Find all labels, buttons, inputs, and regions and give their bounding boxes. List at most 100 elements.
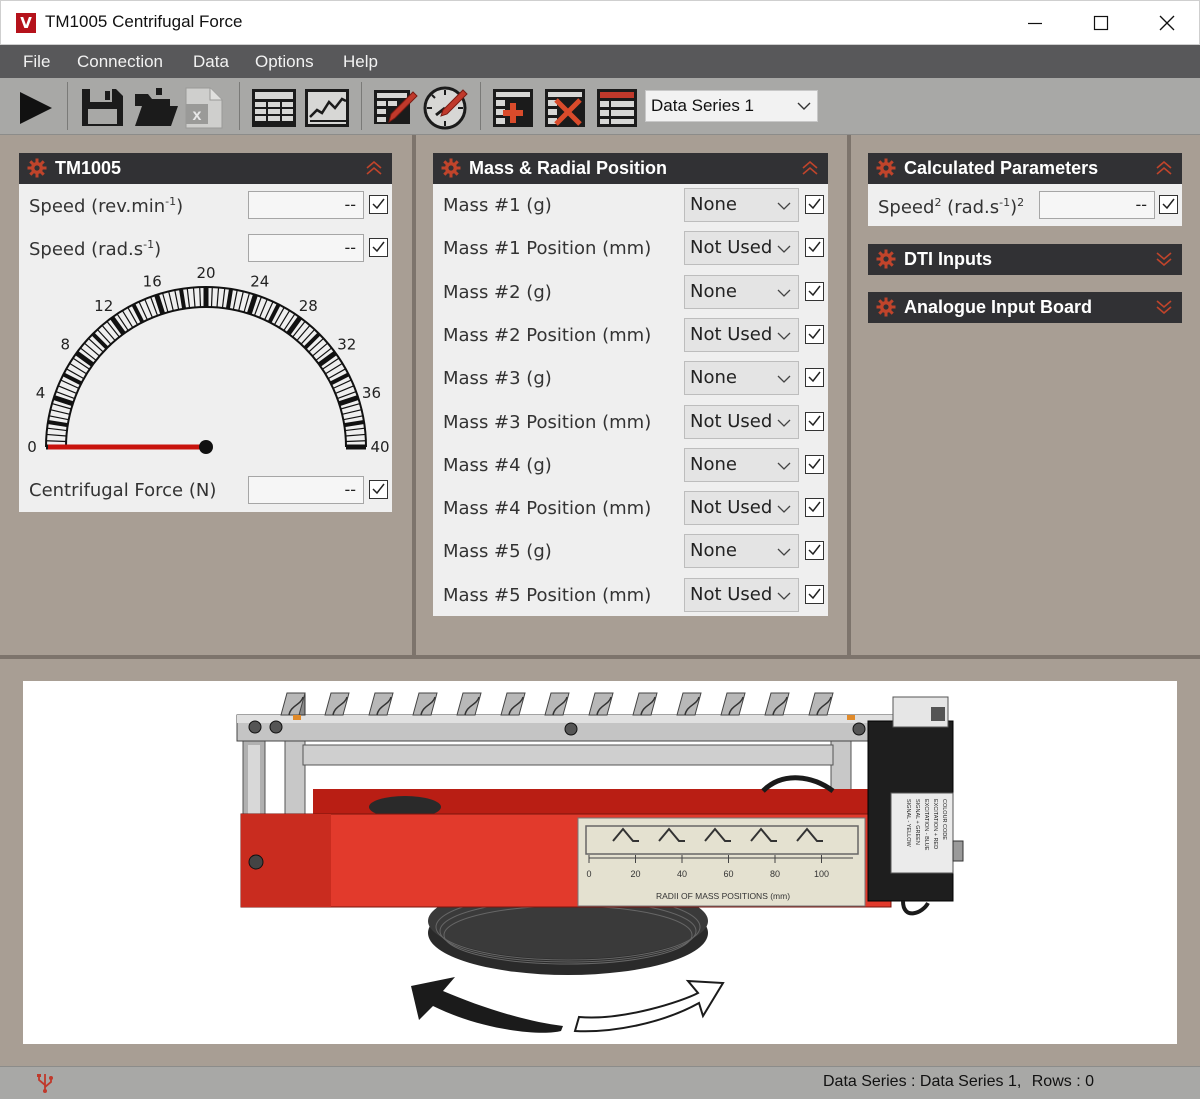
mass-row-select[interactable]: None [684, 188, 799, 222]
mass-row-checkbox[interactable] [805, 541, 824, 561]
gauge-tick [345, 440, 366, 443]
gauge-tick-label: 36 [362, 384, 381, 402]
mass-row-checkbox[interactable] [805, 368, 824, 388]
mass-row-checkbox[interactable] [805, 454, 824, 474]
usb-icon [37, 1074, 53, 1093]
menu-help[interactable]: Help [343, 52, 378, 72]
minimize-button[interactable] [1002, 1, 1068, 45]
status-rows: Rows : 0 [1031, 1073, 1094, 1090]
chevron-down-icon [777, 202, 791, 210]
edit-table-icon[interactable] [371, 84, 419, 130]
rail-slot [456, 692, 482, 716]
apparatus-image-panel: 0 20 40 60 80 100 RADII OF MASS POSITIONS (mm… [23, 681, 1177, 1044]
mass-row-label: Mass #4 Position (mm) [443, 498, 652, 520]
menu-options[interactable]: Options [255, 52, 314, 72]
close-button[interactable] [1134, 1, 1200, 45]
export-excel-icon[interactable]: x [180, 84, 228, 130]
dti-panel-header[interactable]: DTI Inputs [868, 244, 1182, 275]
menu-file[interactable]: File [23, 52, 50, 72]
mass-row-label: Mass #2 Position (mm) [443, 324, 652, 346]
series-table-icon[interactable] [594, 84, 642, 130]
mass-row-select[interactable]: Not Used [684, 231, 799, 266]
play-icon[interactable] [14, 84, 58, 130]
table-view-icon[interactable] [249, 84, 299, 130]
chevron-down-icon [777, 375, 791, 384]
gauge-tick [296, 324, 311, 341]
mass-row-select[interactable]: None [684, 361, 799, 396]
collapse-icon[interactable] [366, 161, 382, 175]
mass-row-select[interactable]: Not Used [684, 491, 799, 526]
menu-connection[interactable]: Connection [77, 52, 163, 72]
gauge-tick [186, 288, 191, 309]
gauge-tick [50, 409, 71, 415]
mass-row-select-value: Not Used [690, 497, 773, 519]
expand-icon[interactable] [1156, 300, 1172, 314]
mass-row-checkbox[interactable] [805, 195, 824, 214]
rail-slot [588, 692, 614, 716]
gauge-tick-label: 20 [196, 265, 215, 282]
mass-row-checkbox[interactable] [805, 281, 824, 301]
speed-squared-checkbox[interactable] [1159, 195, 1178, 214]
open-folder-icon[interactable] [132, 84, 180, 130]
mass-row-label: Mass #3 Position (mm) [443, 411, 652, 433]
menu-data[interactable]: Data [193, 52, 229, 72]
mass-row-label: Mass #5 Position (mm) [443, 584, 652, 606]
save-icon[interactable] [78, 84, 126, 130]
toolbar-separator [361, 82, 362, 130]
calc-panel-header[interactable]: Calculated Parameters [868, 153, 1182, 184]
maximize-button[interactable] [1068, 1, 1134, 45]
scale-tick-label: 40 [677, 869, 687, 879]
status-series: Data Series : Data Series 1, [822, 1073, 1022, 1090]
chevron-down-icon [777, 289, 791, 297]
mass-row-select[interactable]: None [684, 534, 799, 569]
centrifugal-force-checkbox[interactable] [369, 480, 388, 499]
gauge-tick [338, 395, 359, 407]
tm1005-panel-header[interactable]: TM1005 [19, 153, 392, 184]
check-icon [808, 415, 821, 426]
gauge-tick [232, 289, 238, 310]
mass-row-select[interactable]: None [684, 447, 799, 482]
check-icon [808, 285, 821, 296]
gauge-tick [75, 350, 95, 367]
mass-row-checkbox[interactable] [805, 584, 824, 604]
expand-icon[interactable] [1156, 252, 1172, 266]
check-icon [808, 198, 821, 210]
menu-bar: File Connection Data Options Help [0, 45, 1200, 78]
gauge-inner-arc [65, 306, 347, 448]
rail-slot [764, 692, 790, 716]
mass-row-checkbox[interactable] [805, 238, 824, 258]
mass-row-label: Mass #4 (g) [443, 454, 552, 476]
gauge-tick [46, 433, 67, 437]
chevron-down-icon [777, 245, 791, 254]
gauge-tick [317, 350, 337, 367]
mass-panel-header[interactable]: Mass & Radial Position [433, 153, 828, 184]
speed-rev-checkbox[interactable] [369, 195, 388, 214]
scale-tick-label: 100 [814, 869, 829, 879]
mass-row-select[interactable]: Not Used [684, 577, 799, 612]
graph-view-icon[interactable] [302, 84, 352, 130]
speed-rad-checkbox[interactable] [369, 238, 388, 257]
delete-series-icon[interactable] [542, 84, 590, 130]
gauge-hub [199, 440, 213, 454]
mass-row-select[interactable]: None [684, 274, 799, 309]
collapse-icon[interactable] [1156, 161, 1172, 175]
data-series-select[interactable]: Data Series 1 [645, 90, 818, 122]
mass-row-select[interactable]: Not Used [684, 404, 799, 439]
rotation-arrow-left [411, 977, 563, 1033]
gauge-tick-label: 0 [27, 438, 37, 456]
mass-row-checkbox[interactable] [805, 411, 824, 431]
toolbar: x Data Series 1 [0, 78, 1200, 135]
mass-row-checkbox[interactable] [805, 498, 824, 518]
collapse-icon[interactable] [802, 161, 818, 175]
edit-gauge-icon[interactable] [421, 84, 471, 130]
mass-row-checkbox[interactable] [805, 324, 824, 344]
toolbar-separator [480, 82, 481, 130]
row-divider [0, 655, 1200, 659]
mass-row-select[interactable]: Not Used [684, 317, 799, 352]
centrifugal-force-label: Centrifugal Force (N) [29, 480, 217, 501]
dti-panel-title: DTI Inputs [904, 249, 992, 269]
add-series-icon[interactable] [490, 84, 538, 130]
toolbar-separator [239, 82, 240, 130]
analogue-panel-header[interactable]: Analogue Input Board [868, 292, 1182, 323]
check-icon [372, 483, 385, 495]
